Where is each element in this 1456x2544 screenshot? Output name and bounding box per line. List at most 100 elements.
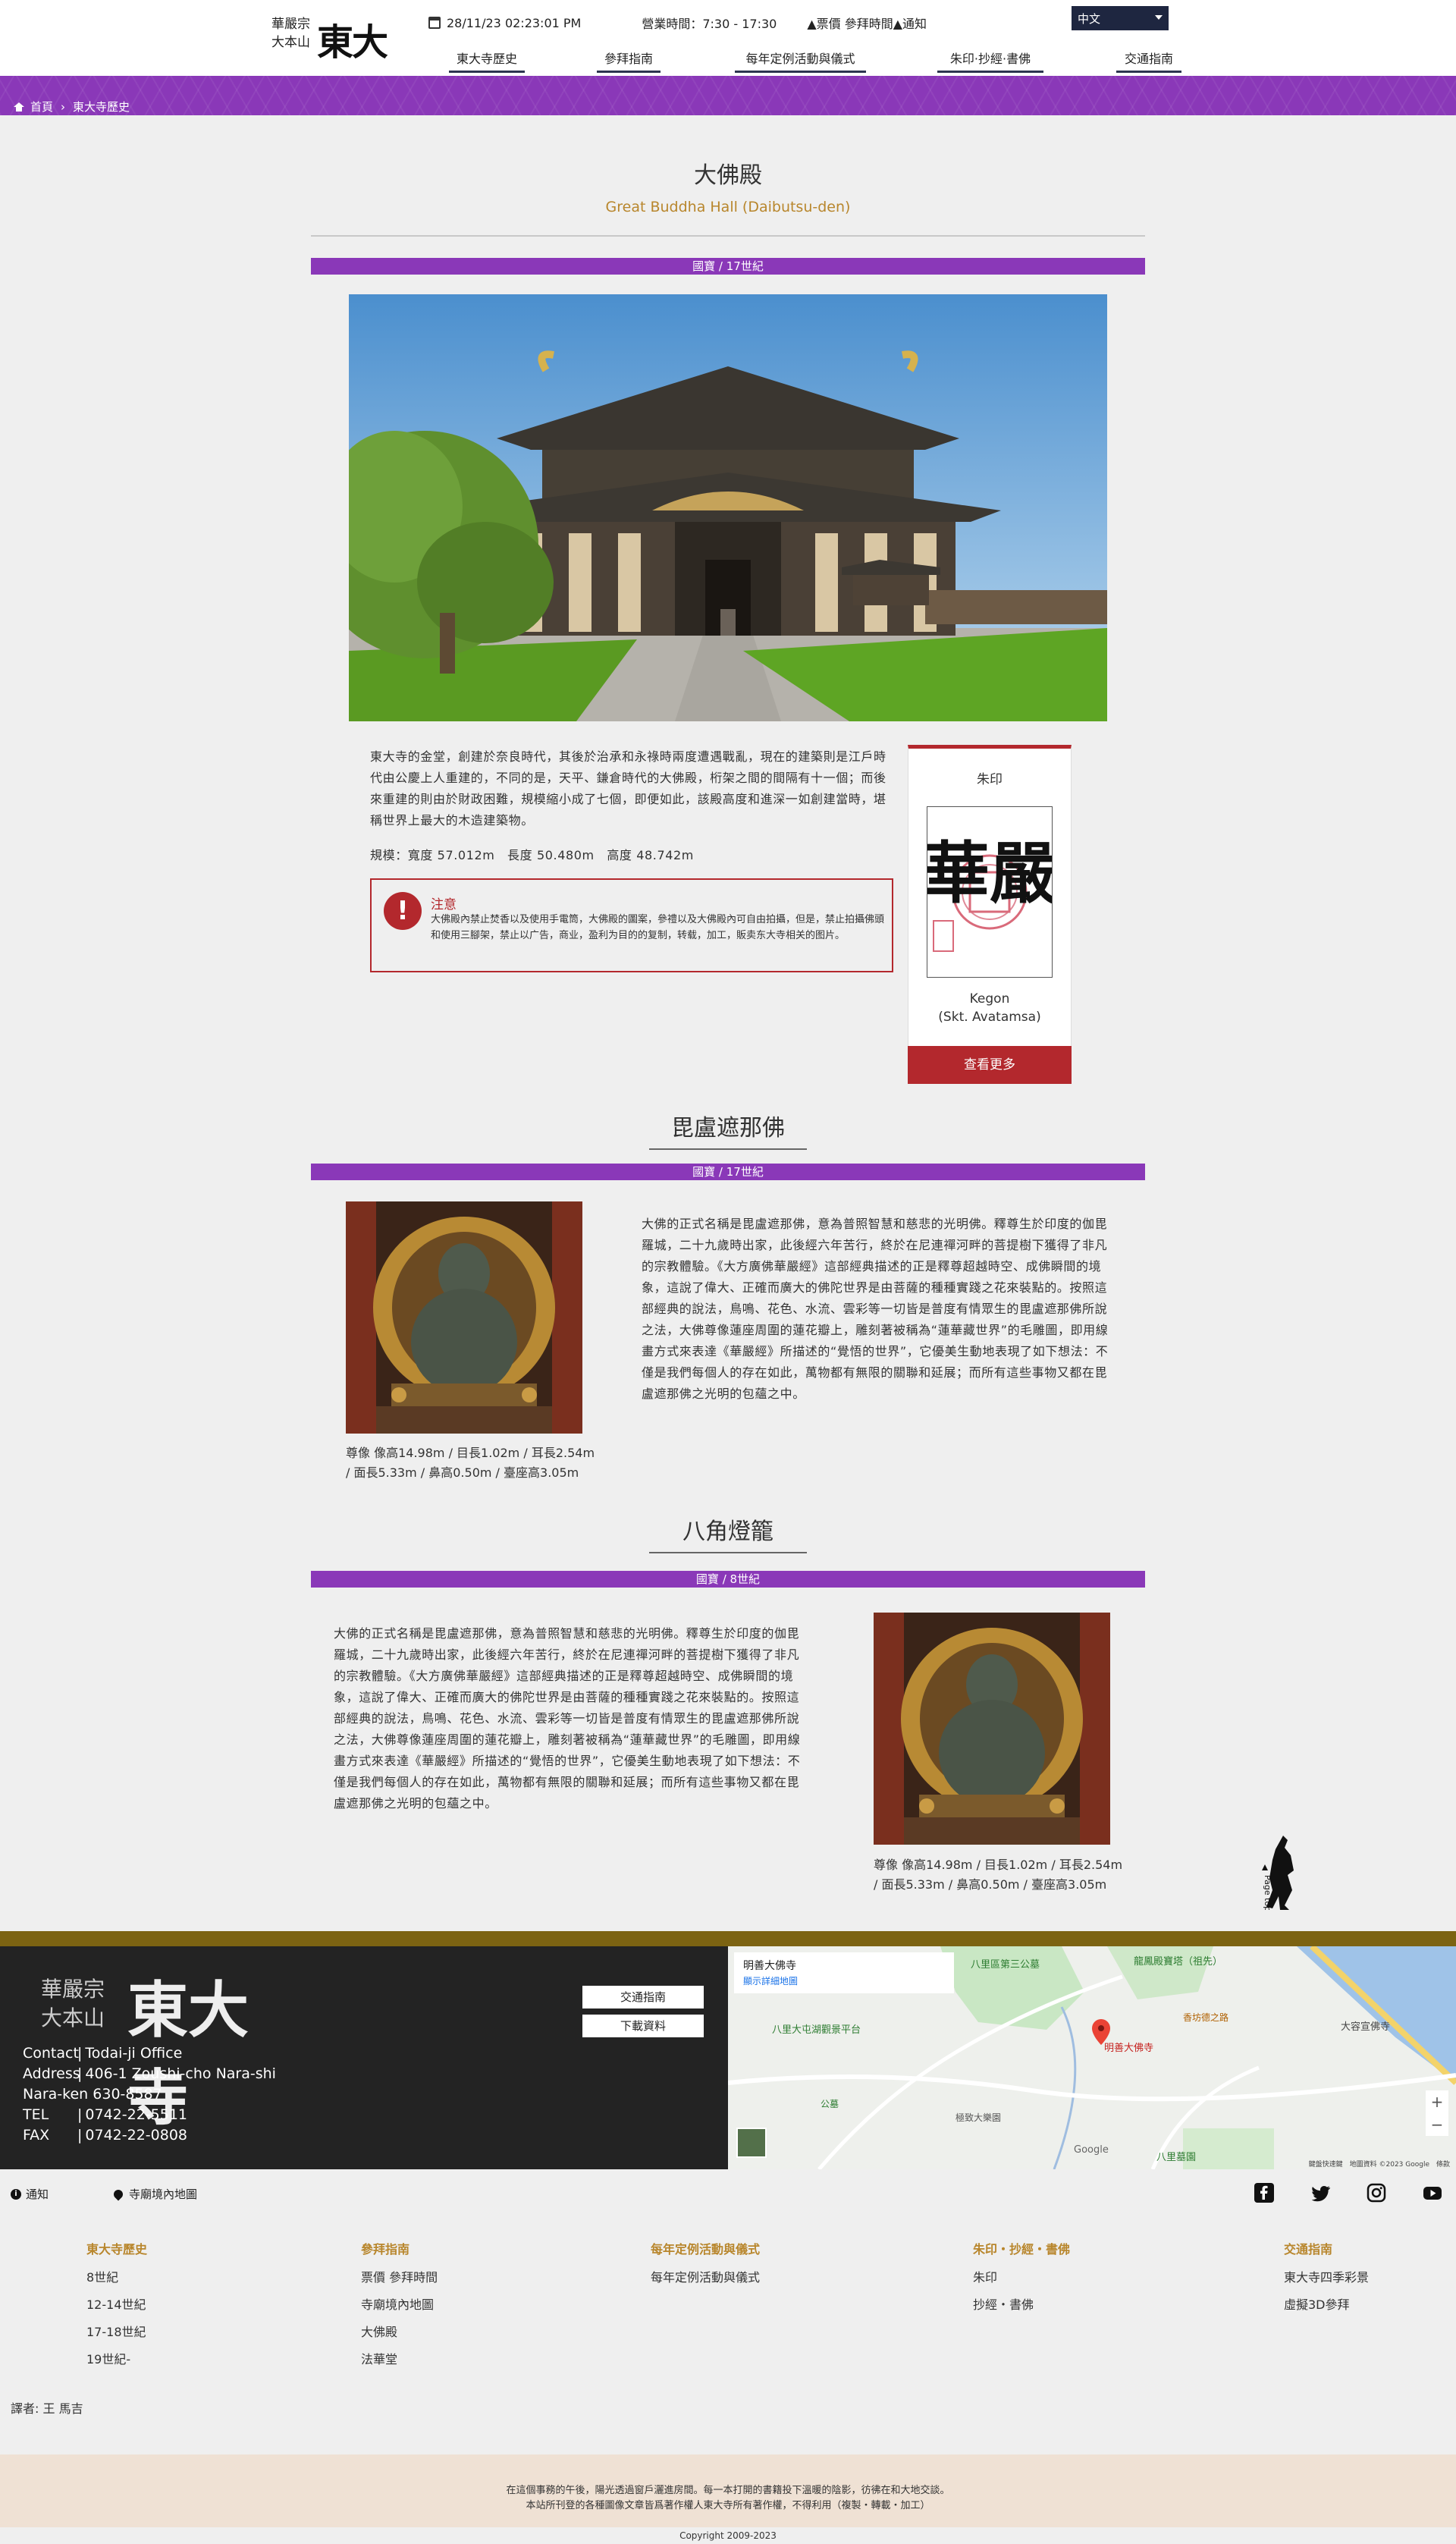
footer-link[interactable]: 8世紀 [86,2268,147,2287]
calendar-icon [428,17,441,29]
seal-glyph: 華嚴 [927,834,1052,912]
era-ribbon: 國寶 / 8世紀 [311,1571,1145,1588]
vairocana-description: 大佛的正式名稱是毘盧遮那佛，意為普照智慧和慈悲的光明佛。釋尊生於印度的伽毘羅城，… [642,1217,1109,1401]
footer-link[interactable]: 大佛殿 [361,2323,438,2341]
opening-hours: 營業時間：7:30 - 17:30 [642,17,777,31]
nav-visit-guide[interactable]: 參拜指南 [597,49,661,73]
chevron-down-icon [1155,15,1163,20]
legal-notice-band: 在這個事務的午後，陽光透過窗戶灑進房間。每一本打開的書籍投下溫暖的陰影，彷彿在和… [0,2454,1456,2527]
nav-annual-events[interactable]: 每年定例活動與儀式 [735,49,866,73]
breadcrumb-separator: › [61,99,66,114]
daibutsuden-photo [349,294,1107,721]
notice-title: 注意 [431,897,457,912]
footer-divider [0,1931,1456,1946]
facebook-icon[interactable] [1254,2183,1274,2203]
era-ribbon: 國寶 / 17世紀 [311,258,1145,275]
footer-link[interactable]: 17-18世紀 [86,2323,147,2341]
footer-link[interactable]: 抄經・書佛 [973,2295,1070,2314]
daibutsuden-description: 東大寺的金堂，創建於奈良時代，其後於治承和永祿時兩度遭遇戰亂，現在的建築則是江戶… [370,749,886,828]
divider [311,235,1145,237]
footer-map-link[interactable]: 寺廟境內地圖 [111,2186,198,2202]
footer-link[interactable]: 12-14世紀 [86,2295,147,2314]
footer-logo[interactable]: 華嚴宗 大本山 東大寺 [41,1958,276,2134]
section-title-lantern: 八角燈籠 [682,1519,774,1545]
footer-col-heading[interactable]: 交通指南 [1284,2239,1369,2257]
footer-col-heading[interactable]: 朱印・抄經・書佛 [973,2239,1070,2257]
see-more-button[interactable]: 查看更多 [908,1046,1072,1084]
address-label: Address [23,2065,80,2082]
breadcrumb: 首頁 › 東大寺歷史 [14,99,130,115]
download-button[interactable]: 下載資料 [582,2015,704,2037]
footer-links-area: i 通知 寺廟境內地圖 東大寺歷史 8世紀 12-14世紀 17-18世紀 19… [0,2169,1456,2442]
info-icon: i [11,2188,21,2200]
legal-line-1: 在這個事務的午後，陽光透過窗戶灑進房間。每一本打開的書籍投下溫暖的陰影，彷彿在和… [506,2485,950,2496]
footer-link[interactable]: 票價 參拜時間 [361,2268,438,2287]
copyright: Copyright 2009-2023 [679,2530,777,2541]
section-title-daibutsuden: 大佛殿 [694,162,762,189]
title-underline [649,1148,807,1150]
map-label: 公墓 [821,2099,839,2109]
google-map[interactable]: 明善大佛寺 顯示詳細地圖 明善大佛寺 八里區第三公墓 龍鳳殿寶塔（祖先） 八里大… [728,1946,1456,2169]
page-top-label: Page top [1263,1875,1272,1910]
footer-col-visit: 參拜指南 票價 參拜時間 寺廟境內地圖 大佛殿 法華堂 [361,2239,438,2377]
twitter-icon[interactable] [1312,2183,1332,2203]
title-underline [649,1552,807,1553]
footer-link[interactable]: 東大寺四季彩景 [1284,2268,1369,2287]
footer-col-heading[interactable]: 每年定例活動與儀式 [651,2239,760,2257]
shuin-seal-image: 華嚴 [923,806,1056,978]
current-datetime: 28/11/23 02:23:01 PM [447,15,582,30]
lantern-description: 大佛的正式名稱是毘盧遮那佛，意為普照智慧和慈悲的光明佛。釋尊生於印度的伽毘羅城，… [334,1626,801,1811]
footer-logo-sect: 華嚴宗 大本山 [41,1977,105,2030]
notice-text: 大佛殿內禁止焚香以及使用手電筒，大佛殿的圖案，參禮以及大佛殿內可自由拍攝，但是，… [431,914,885,941]
vairocana-photo [346,1201,582,1434]
zoom-in-button: + [1431,2093,1444,2111]
nav-history[interactable]: 東大寺歷史 [449,49,525,73]
map-detail-link: 顯示詳細地圖 [743,1975,798,1987]
map-label: 八里區第三公墓 [971,1959,1040,1971]
era-ribbon: 國寶 / 17世紀 [311,1164,1145,1180]
footer-col-access: 交通指南 東大寺四季彩景 虛擬3D參拜 [1284,2239,1369,2323]
legal-line-2: 本站所刊登的各種圖像文章皆爲著作權人東大寺所有著作權，不得利用（複製・轉載・加工… [526,2500,930,2511]
footer-link[interactable]: 19世紀- [86,2350,147,2369]
footer-col-heading[interactable]: 東大寺歷史 [86,2239,147,2257]
footer-link[interactable]: 朱印 [973,2268,1070,2287]
footer-link[interactable]: 虛擬3D參拜 [1284,2295,1369,2314]
footer-contact-panel: 華嚴宗 大本山 東大寺 Contact | Todai-ji Office Addr… [0,1946,728,2169]
fax-value: 0742-22-0808 [85,2127,188,2144]
footer-notice-link[interactable]: i 通知 [11,2186,49,2202]
top-info-bar: 28/11/23 02:23:01 PM 營業時間：7:30 - 17:30 ▲… [428,14,927,32]
map-terms: 鍵盤快速鍵 地圖資料 ©2023 Google 條款 [1309,2159,1450,2169]
main-nav: 東大寺歷史 參拜指南 每年定例活動與儀式 朱印·抄經·書佛 交通指南 [0,46,1456,73]
footer-col-history: 東大寺歷史 8世紀 12-14世紀 17-18世紀 19世紀- [86,2239,147,2377]
map-pin-label: 明善大佛寺 [1104,2042,1153,2054]
shuin-caption-skt: (Skt. Avatamsa) [938,1010,1041,1025]
ticket-link[interactable]: ▲票價 參拜時間 [807,14,893,32]
daibutsuden-specs: 規模：寬度 57.012m 長度 50.480m 高度 48.742m [370,848,694,862]
breadcrumb-home[interactable]: 首頁 [30,99,53,115]
map-label: 龍鳳殿寶塔（祖先） [1134,1955,1222,1968]
vairocana-caption: 尊像 像高14.98m / 目長1.02m / 耳長2.54m / 面長5.33… [346,1446,595,1480]
map-pin-icon [111,2188,125,2200]
footer-link[interactable]: 法華堂 [361,2350,438,2369]
map-label: 香坊德之路 [1183,2012,1228,2023]
breadcrumb-band [0,76,1456,115]
footer-link[interactable]: 寺廟境內地圖 [361,2295,438,2314]
language-select[interactable]: 中文 [1072,6,1169,30]
nav-shuin[interactable]: 朱印·抄經·書佛 [937,49,1043,73]
shuin-card-heading: 朱印 [977,772,1003,787]
map-label: 極致大樂園 [956,2112,1001,2123]
page-top-button[interactable]: Page top [1251,1834,1304,1911]
tel-value[interactable]: 0742-22-5511 [85,2105,187,2125]
footer-link[interactable]: 每年定例活動與儀式 [651,2268,760,2287]
home-icon[interactable] [14,102,24,111]
instagram-icon[interactable] [1367,2183,1386,2203]
youtube-icon[interactable] [1423,2183,1442,2203]
translator-credit: 譯者: 王 馬吉 [11,2401,83,2416]
nav-access[interactable]: 交通指南 [1116,49,1181,73]
lantern-photo [874,1613,1110,1845]
footer-col-heading[interactable]: 參拜指南 [361,2239,438,2257]
notice-link[interactable]: ▲通知 [893,14,927,32]
contact-label: Contact [23,2045,79,2062]
footer-map-label: 寺廟境內地圖 [129,2188,198,2201]
access-guide-button[interactable]: 交通指南 [582,1986,704,2009]
